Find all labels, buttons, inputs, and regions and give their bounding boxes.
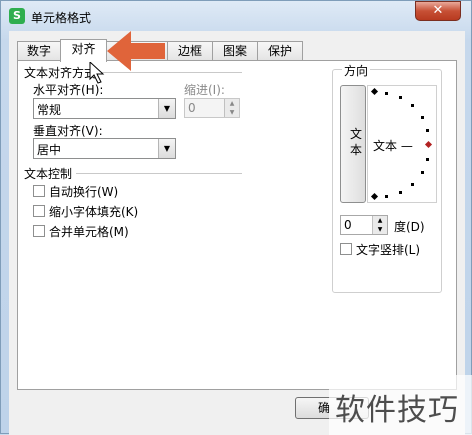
dial-dot (426, 158, 429, 161)
dial-dot (421, 116, 424, 119)
wps-app-icon: S (9, 8, 25, 24)
dial-text: 文本 — (373, 139, 413, 153)
shrink-to-fit-checkbox[interactable] (33, 205, 45, 217)
tab-pattern[interactable]: 图案 (212, 41, 258, 61)
dial-dot (426, 129, 429, 132)
tab-alignment[interactable]: 对齐 (60, 39, 107, 62)
indent-value: 0 (188, 101, 196, 115)
tab-protection[interactable]: 保护 (257, 41, 303, 61)
vertical-text-button[interactable]: 文 本 (340, 85, 366, 203)
wrap-text-checkbox[interactable] (33, 185, 45, 197)
dial-dot (421, 171, 424, 174)
horizontal-align-value: 常规 (37, 103, 62, 117)
dial-dot (411, 104, 414, 107)
spin-down-icon: ▼ (373, 225, 387, 234)
dial-mark-top-icon (370, 87, 379, 96)
shrink-to-fit-label: 缩小字体填充(K) (49, 205, 139, 219)
degrees-value: 0 (344, 218, 352, 232)
vertical-text-char-1: 文 (350, 127, 363, 141)
title-bar: S 单元格格式 ✕ (1, 1, 471, 31)
spin-up-icon: ▲ (373, 216, 387, 225)
chevron-down-icon: ▼ (158, 139, 175, 158)
tab-border[interactable]: 边框 (167, 41, 213, 61)
merge-cells-checkbox[interactable] (33, 225, 45, 237)
dial-dot (385, 92, 388, 95)
text-alignment-heading: 文本对齐方式 (24, 66, 97, 80)
tab-number[interactable]: 数字 (17, 41, 61, 61)
wrap-text-label: 自动换行(W) (49, 185, 119, 199)
spin-up-icon: ▲ (225, 99, 239, 108)
watermark: 软件技巧 (329, 375, 472, 435)
orientation-dial[interactable]: 文本 — (367, 85, 437, 203)
vertical-align-label: 垂直对齐(V): (33, 124, 103, 138)
spin-down-icon: ▼ (225, 108, 239, 117)
horizontal-align-select[interactable]: 常规 ▼ (33, 98, 176, 119)
vertical-align-select[interactable]: 居中 ▼ (33, 138, 176, 159)
vertical-text-char-2: 本 (350, 143, 363, 157)
dial-dot (399, 191, 402, 194)
text-control-heading: 文本控制 (24, 167, 73, 181)
close-button[interactable]: ✕ (415, 1, 461, 21)
dial-dot (399, 96, 402, 99)
vertical-text-checkbox[interactable] (340, 243, 352, 255)
merge-cells-label: 合并单元格(M) (49, 225, 129, 239)
chevron-down-icon: ▼ (158, 99, 175, 118)
window-title: 单元格格式 (31, 11, 92, 25)
vertical-align-value: 居中 (37, 143, 62, 157)
dial-dot (385, 195, 388, 198)
vertical-text-label: 文字竖排(L) (356, 243, 421, 257)
dial-dot (411, 183, 414, 186)
watermark-text: 软件技巧 (335, 393, 459, 428)
alignment-panel: 文本对齐方式 水平对齐(H): 常规 ▼ 缩进(I): 0 ▲ ▼ 垂直对齐(V)… (17, 60, 457, 390)
section-divider (76, 173, 242, 174)
dial-mark-bottom-icon (370, 192, 379, 201)
dial-pointer-icon (424, 140, 433, 149)
mouse-cursor-icon (89, 61, 105, 84)
degrees-stepper[interactable]: 0 ▲ ▼ (340, 215, 388, 235)
degrees-label: 度(D) (394, 220, 425, 234)
dialog-window: S 单元格格式 ✕ 数字 对齐 字体 边框 图案 保护 文本对齐方式 水平对齐(… (0, 0, 472, 435)
orientation-heading: 方向 (342, 62, 371, 79)
indent-label: 缩进(I): (184, 83, 225, 97)
indent-stepper[interactable]: 0 ▲ ▼ (184, 98, 240, 118)
